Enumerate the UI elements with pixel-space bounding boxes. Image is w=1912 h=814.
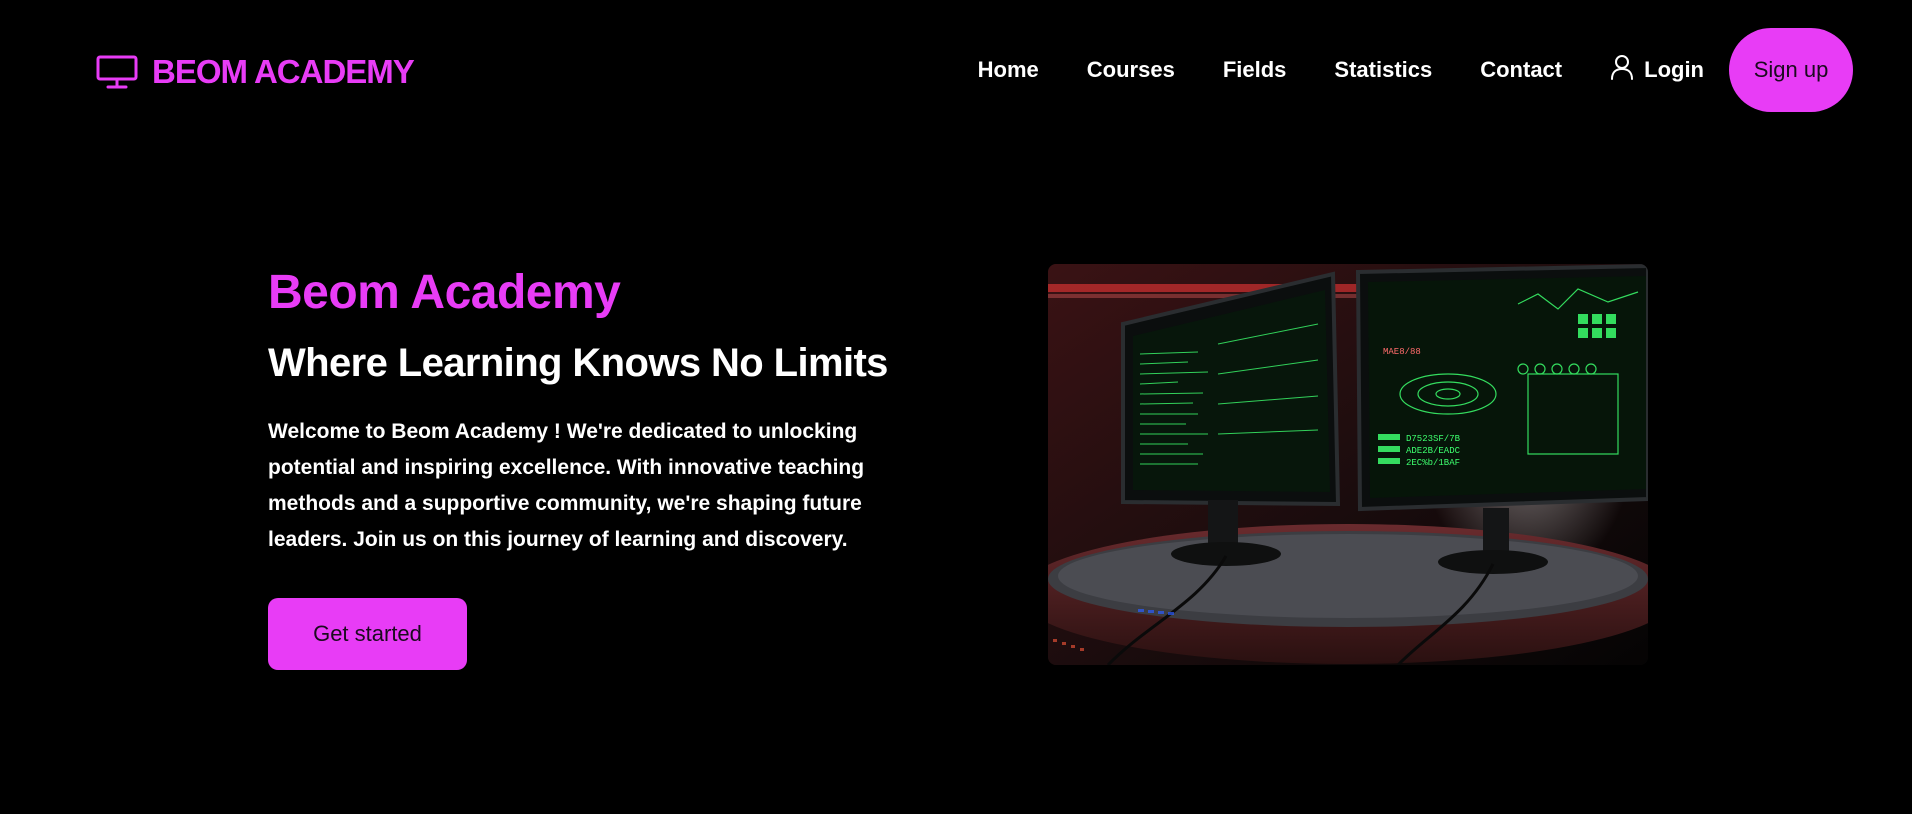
screen-code-2: ADE2B/EADC (1406, 446, 1461, 456)
hero-description: Welcome to Beom Academy ! We're dedicate… (268, 420, 865, 551)
nav-courses[interactable]: Courses (1087, 57, 1175, 83)
site-header: BEOM ACADEMY Home Courses Fields Statist… (0, 0, 1912, 142)
brand-logo[interactable]: BEOM ACADEMY (96, 52, 415, 92)
screen-code-1: D7523SF/7B (1406, 434, 1461, 444)
signup-label: Sign up (1753, 57, 1829, 82)
hero-title: Beom Academy (268, 266, 621, 319)
main-nav: Home Courses Fields Statistics Contact L… (978, 28, 1853, 112)
get-started-label: Get started (313, 621, 422, 646)
nav-fields[interactable]: Fields (1223, 57, 1287, 83)
nav-home[interactable]: Home (978, 57, 1039, 83)
screen-code-3: 2EC%b/1BAF (1406, 458, 1460, 468)
login-label: Login (1644, 57, 1704, 82)
brand-name: BEOM ACADEMY (152, 53, 415, 90)
computer-setup-illustration: MAE8/88 D7523SF/7B ADE2B/EADC 2EC%b/1BAF (1048, 264, 1648, 665)
get-started-button[interactable]: Get started (268, 598, 467, 670)
hero-image: MAE8/88 D7523SF/7B ADE2B/EADC 2EC%b/1BAF (1048, 264, 1648, 665)
login-button[interactable]: Login (1610, 54, 1704, 83)
nav-statistics[interactable]: Statistics (1334, 57, 1432, 83)
monitor-icon (96, 55, 138, 89)
user-icon (1611, 54, 1634, 80)
screen-label: MAE8/88 (1383, 347, 1421, 357)
hero-subtitle: Where Learning Knows No Limits (268, 341, 888, 385)
signup-button[interactable]: Sign up (1729, 28, 1853, 112)
nav-contact[interactable]: Contact (1480, 57, 1562, 83)
hero-section: Beom Academy Where Learning Knows No Lim… (268, 262, 928, 670)
